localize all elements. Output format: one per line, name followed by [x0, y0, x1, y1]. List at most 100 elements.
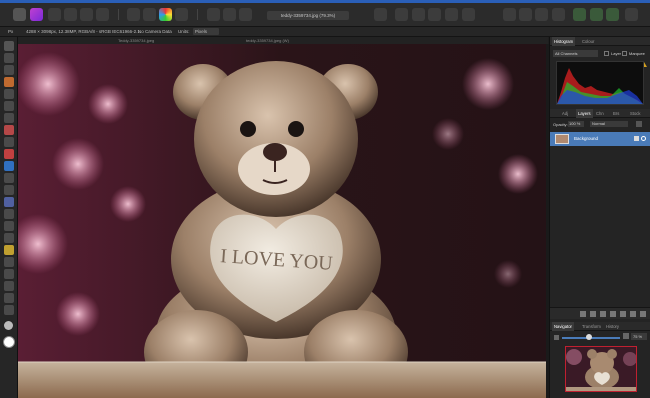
- toolbar-divider: [197, 9, 198, 20]
- smudge-tool-icon[interactable]: [4, 209, 14, 219]
- view-mode-icon[interactable]: [127, 8, 140, 21]
- tab-layers[interactable]: Layers: [576, 109, 593, 118]
- persona-liquify-icon[interactable]: [64, 8, 77, 21]
- toolbar-divider: [118, 9, 119, 20]
- flood-select-icon[interactable]: [4, 89, 14, 99]
- zoom-slider-handle[interactable]: [586, 334, 592, 340]
- tab-history[interactable]: History: [606, 322, 619, 331]
- colour-picker-icon[interactable]: [4, 137, 14, 147]
- channels-select[interactable]: All Channels: [553, 50, 598, 57]
- arrange-icon[interactable]: [503, 8, 516, 21]
- auto-levels-icon[interactable]: [143, 8, 156, 21]
- move-tool-icon[interactable]: [4, 41, 14, 51]
- freehand-select-icon[interactable]: [4, 113, 14, 123]
- refine-icon[interactable]: [239, 8, 252, 21]
- text-tool-icon[interactable]: [4, 257, 14, 267]
- persona-photo-icon[interactable]: [48, 8, 61, 21]
- tab-channels[interactable]: Chn: [596, 109, 604, 118]
- clone-tool-icon[interactable]: [4, 185, 14, 195]
- marquee-tool-icon[interactable]: [4, 101, 14, 111]
- document-canvas[interactable]: I LOVE YOU: [18, 44, 546, 398]
- tab-transform[interactable]: Transform: [582, 322, 601, 331]
- auto-colour-icon[interactable]: [159, 8, 172, 21]
- mesh-warp-icon[interactable]: [4, 305, 14, 315]
- redeye-tool-icon[interactable]: [4, 245, 14, 255]
- layer-visibility-icon[interactable]: [641, 136, 646, 141]
- blemish-tool-icon[interactable]: [4, 197, 14, 207]
- primary-colour-swatch[interactable]: [3, 336, 15, 348]
- snapping-icon[interactable]: [374, 8, 387, 21]
- search-icon[interactable]: [4, 321, 13, 330]
- live-icon[interactable]: [573, 8, 586, 21]
- layer-row-background[interactable]: Background: [550, 132, 650, 146]
- fullscreen-icon[interactable]: [625, 8, 638, 21]
- shape-tool-icon[interactable]: [4, 269, 14, 279]
- mode-icon[interactable]: [395, 8, 408, 21]
- group-layers-icon[interactable]: [620, 311, 626, 317]
- brush-icon[interactable]: [445, 8, 458, 21]
- preview-icon[interactable]: [590, 8, 603, 21]
- layers-footer: [550, 307, 650, 319]
- adjustment-layer-icon[interactable]: [600, 311, 606, 317]
- layers-tabs: Adj Layers Chn Brs Stock: [550, 109, 650, 118]
- tab-brushes[interactable]: Brs: [613, 109, 619, 118]
- align-icon[interactable]: [519, 8, 532, 21]
- view-tool-icon[interactable]: [4, 53, 14, 63]
- context-toolbar: Px 4288 × 3098px, 12.38MP, RGBA/8 - sRGB…: [0, 27, 650, 37]
- zoom-out-icon[interactable]: [554, 335, 559, 340]
- mask-layer-icon[interactable]: [590, 311, 596, 317]
- marquee-checkbox[interactable]: [622, 51, 627, 56]
- selection-brush-icon[interactable]: [4, 77, 14, 87]
- hand-tool-icon[interactable]: [4, 293, 14, 303]
- selection-icon[interactable]: [207, 8, 220, 21]
- teddy-bear-photo: I LOVE YOU: [18, 44, 546, 398]
- live-filter-icon[interactable]: [610, 311, 616, 317]
- document-tab-left[interactable]: Teddy-3359734.jpeg: [118, 37, 154, 44]
- assistant-icon[interactable]: [462, 8, 475, 21]
- layer-checkbox-label: Layer: [611, 51, 622, 56]
- document-title[interactable]: teddy-3359734.jpg (79.3%): [267, 11, 349, 20]
- color-picker-icon[interactable]: [428, 8, 441, 21]
- tab-colour[interactable]: Colour: [582, 37, 594, 46]
- export-icon[interactable]: [606, 8, 619, 21]
- dodge-tool-icon[interactable]: [4, 173, 14, 183]
- zoom-field[interactable]: 75 %: [631, 333, 647, 340]
- blend-mode-select[interactable]: Normal: [590, 121, 628, 127]
- lock-icon[interactable]: [636, 121, 642, 127]
- persona-tonemap-icon[interactable]: [96, 8, 109, 21]
- transform-icon[interactable]: [535, 8, 548, 21]
- record-icon[interactable]: [412, 8, 425, 21]
- gradient-tool-icon[interactable]: [4, 161, 14, 171]
- layer-checkbox[interactable]: [604, 51, 609, 56]
- document-tab-center[interactable]: teddy-3359734.jpeg (W): [246, 37, 289, 44]
- layer-thumbnail: [555, 134, 569, 144]
- zoom-in-icon[interactable]: [623, 333, 629, 339]
- navigator-tabs: Navigator Transform History: [550, 322, 650, 331]
- auto-contrast-icon[interactable]: [175, 8, 188, 21]
- studio-panels: Histogram Colour All Channels Layer Marq…: [549, 37, 650, 398]
- tab-histogram[interactable]: Histogram: [552, 37, 576, 46]
- layer-options-icon[interactable]: [580, 311, 586, 317]
- navigator-preview[interactable]: [565, 346, 637, 392]
- crop-tool-icon[interactable]: [4, 65, 14, 75]
- tab-stock[interactable]: Stock: [630, 109, 640, 118]
- opacity-field[interactable]: 100 %: [568, 121, 584, 127]
- quick-mask-icon[interactable]: [223, 8, 236, 21]
- apple-menu-icon[interactable]: [13, 8, 26, 21]
- persona-develop-icon[interactable]: [80, 8, 93, 21]
- delete-layer-icon[interactable]: [640, 311, 646, 317]
- pen-tool-icon[interactable]: [4, 233, 14, 243]
- affinity-photo-icon[interactable]: [30, 8, 43, 21]
- paint-brush-icon[interactable]: [4, 125, 14, 135]
- sharpen-tool-icon[interactable]: [4, 221, 14, 231]
- tab-adjustments[interactable]: Adj: [562, 109, 568, 118]
- histogram-graph: [556, 61, 644, 105]
- fill-tool-icon[interactable]: [4, 149, 14, 159]
- insert-icon[interactable]: [552, 8, 565, 21]
- units-label: Units:: [178, 29, 190, 34]
- add-layer-icon[interactable]: [630, 311, 636, 317]
- tab-navigator[interactable]: Navigator: [552, 322, 574, 331]
- zoom-tool-icon[interactable]: [4, 281, 14, 291]
- layer-lock-icon[interactable]: [634, 136, 639, 141]
- units-select[interactable]: Pixels: [193, 28, 219, 35]
